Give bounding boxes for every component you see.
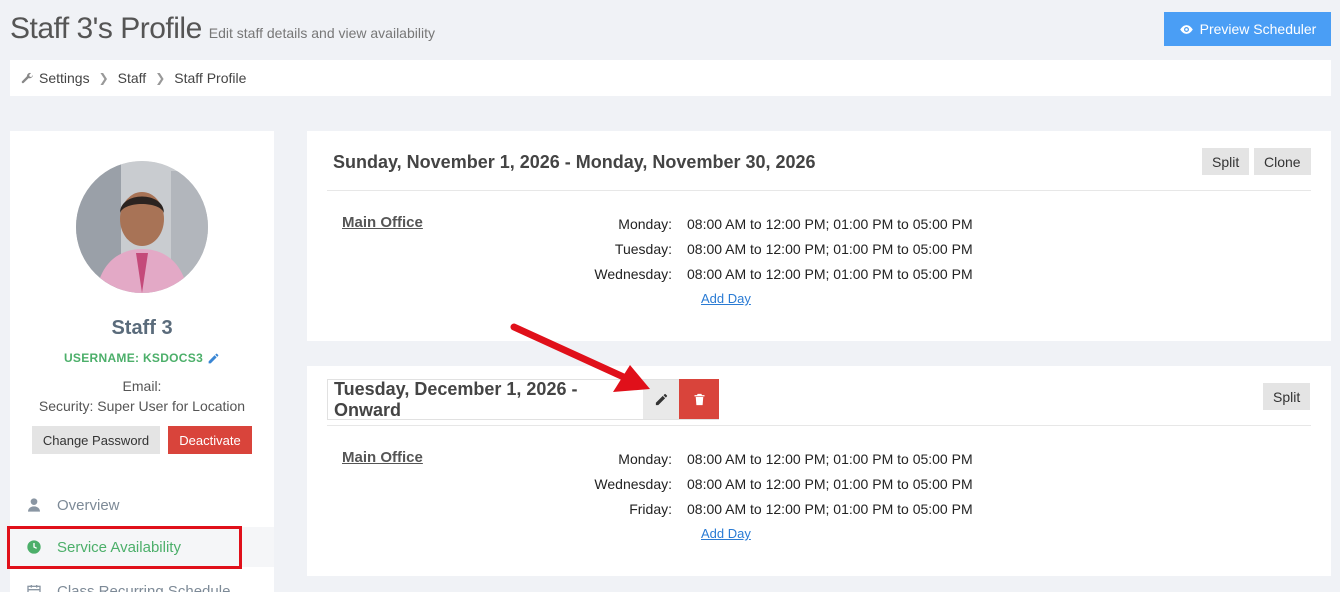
breadcrumb-settings[interactable]: Settings [21,70,90,86]
clone-button[interactable]: Clone [1254,148,1311,175]
security-label: Security: Super User for Location [38,398,246,414]
deactivate-button[interactable]: Deactivate [168,426,252,454]
day-hours: 08:00 AM to 12:00 PM; 01:00 PM to 05:00 … [687,241,973,257]
page-title: Staff 3's Profile [10,12,202,45]
staff-name: Staff 3 [111,317,173,339]
username-label: USERNAME: KSDOCS3 [63,351,204,365]
breadcrumb-staff[interactable]: Staff [118,70,147,86]
nav-overview[interactable]: Overview [10,485,274,525]
profile-sidebar: Staff 3 USERNAME: KSDOCS3 Email: Securit… [10,131,274,592]
trash-icon [694,393,704,405]
annotation-highlight-box [7,526,242,569]
nav-class-recurring-schedule[interactable]: Class Recurring Schedule [10,571,274,592]
breadcrumb-staff-profile: Staff Profile [174,70,247,86]
page-title-group: Staff 3's Profile Edit staff details and… [10,12,435,46]
card-divider [327,425,1311,426]
day-label: Tuesday: [614,241,672,257]
availability-range-title: Tuesday, December 1, 2026 - Onward [334,378,578,420]
avatar-photo [76,161,208,293]
breadcrumb: Settings ❯ Staff ❯ Staff Profile [10,60,1331,96]
availability-card: Sunday, November 1, 2026 - Monday, Novem… [307,131,1331,341]
location-link[interactable]: Main Office [342,214,423,231]
day-row: Tuesday: 08:00 AM to 12:00 PM; 01:00 PM … [527,241,1027,257]
nav-class-recurring-schedule-label: Class Recurring Schedule [57,582,231,592]
day-hours: 08:00 AM to 12:00 PM; 01:00 PM to 05:00 … [687,451,973,467]
availability-card: Tuesday, December 1, 2026 - Onward Split… [307,366,1331,576]
calendar-icon [27,585,41,592]
split-button[interactable]: Split [1263,383,1311,410]
availability-range-edit-box: Tuesday, December 1, 2026 - Onward [327,379,719,420]
day-label: Wednesday: [594,476,672,492]
chevron-right-icon: ❯ [155,71,166,85]
preview-scheduler-label: Preview Scheduler [1199,21,1317,37]
location-link[interactable]: Main Office [342,449,423,466]
add-day-link[interactable]: Add Day [701,526,751,541]
eye-icon [1179,24,1193,34]
preview-scheduler-button[interactable]: Preview Scheduler [1164,12,1331,46]
avatar [76,161,208,293]
wrench-icon [21,72,33,83]
chevron-right-icon: ❯ [98,71,109,85]
day-row: Wednesday: 08:00 AM to 12:00 PM; 01:00 P… [527,266,1027,282]
day-hours: 08:00 AM to 12:00 PM; 01:00 PM to 05:00 … [687,216,973,232]
split-button[interactable]: Split [1202,148,1250,175]
delete-range-button[interactable] [679,379,719,419]
day-label: Wednesday: [594,266,672,282]
day-label: Monday: [618,216,672,232]
change-password-button[interactable]: Change Password [32,426,160,454]
nav-overview-label: Overview [57,496,120,514]
user-icon [28,498,40,512]
day-hours: 08:00 AM to 12:00 PM; 01:00 PM to 05:00 … [687,501,973,517]
pencil-icon [655,393,667,406]
breadcrumb-settings-label: Settings [39,70,90,86]
day-label: Friday: [629,501,672,517]
username: USERNAME: KSDOCS3 [10,351,274,365]
day-hours: 08:00 AM to 12:00 PM; 01:00 PM to 05:00 … [687,266,973,282]
day-row: Friday: 08:00 AM to 12:00 PM; 01:00 PM t… [527,501,1027,517]
page-subtitle: Edit staff details and view availability [208,25,435,41]
day-label: Monday: [618,451,672,467]
add-day-link[interactable]: Add Day [701,291,751,306]
email-label: Email: [122,378,162,394]
day-row: Monday: 08:00 AM to 12:00 PM; 01:00 PM t… [527,216,1027,232]
pencil-icon[interactable] [207,352,220,365]
card-divider [327,190,1311,191]
availability-range-title: Sunday, November 1, 2026 - Monday, Novem… [333,152,816,172]
edit-range-button[interactable] [643,380,679,419]
day-hours: 08:00 AM to 12:00 PM; 01:00 PM to 05:00 … [687,476,973,492]
day-row: Wednesday: 08:00 AM to 12:00 PM; 01:00 P… [527,476,1027,492]
day-row: Monday: 08:00 AM to 12:00 PM; 01:00 PM t… [527,451,1027,467]
